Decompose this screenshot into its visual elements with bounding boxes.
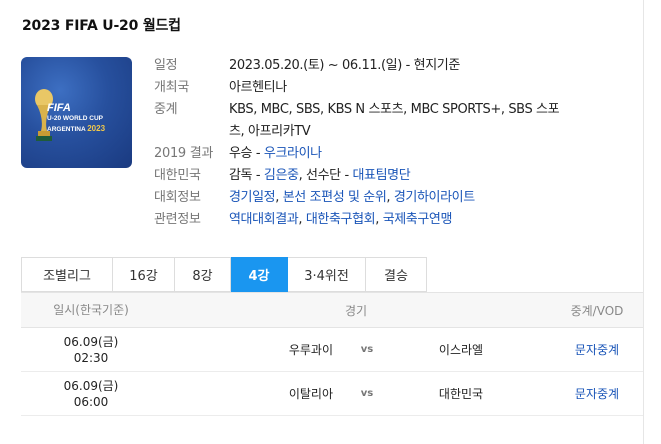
vs-label: vs — [360, 344, 374, 355]
tab-group-stage[interactable]: 조별리그 — [21, 257, 113, 292]
home-team: 우루과이 — [288, 343, 333, 357]
header-date: 일시(한국기준) — [53, 303, 129, 317]
tab-quarterfinal[interactable]: 8강 — [175, 257, 231, 292]
info-row-2019-result: 2019 결과 우승 - 우크라이나 — [154, 143, 624, 165]
match-datetime: 06.09(금) 02:30 — [63, 334, 119, 365]
away-team: 대한민국 — [438, 387, 484, 401]
match-table: 일시(한국기준) 경기 중계/VOD 06.09(금) 02:30 우루과이 vs… — [21, 292, 643, 416]
coach-link[interactable]: 김은중 — [264, 168, 299, 183]
text-broadcast-link[interactable]: 문자중계 — [551, 341, 643, 358]
match-datetime: 06.09(금) 06:00 — [63, 378, 119, 409]
info-label: 중계 — [154, 102, 178, 117]
info-label: 개최국 — [154, 80, 189, 95]
poster-host-text: ARGENTINA 2023 — [47, 124, 106, 133]
tab-third-place[interactable]: 3·4위전 — [288, 257, 366, 292]
roster-link[interactable]: 대표팀명단 — [352, 168, 410, 183]
info-label: 대한민국 — [154, 168, 201, 183]
page-title: 2023 FIFA U-20 월드컵 — [22, 18, 181, 34]
vs-label: vs — [360, 388, 374, 399]
stage-tabs: 조별리그 16강 8강 4강 3·4위전 결승 — [21, 257, 427, 292]
tournament-info: 일정 2023.05.20.(토) ~ 06.11.(일) - 현지기준 개최국… — [154, 55, 624, 231]
table-row: 06.09(금) 06:00 이탈리아 vs 대한민국 문자중계 — [21, 372, 643, 416]
tab-round-of-16[interactable]: 16강 — [113, 257, 175, 292]
info-label: 2019 결과 — [154, 146, 214, 161]
info-row-host: 개최국 아르헨티나 — [154, 77, 624, 99]
highlights-link[interactable]: 경기하이라이트 — [394, 190, 475, 205]
winner-link[interactable]: 우크라이나 — [264, 146, 322, 161]
text-broadcast-link[interactable]: 문자중계 — [551, 385, 643, 402]
info-row-broadcast: 중계 KBS, MBC, SBS, KBS N 스포츠, MBC SPORTS+… — [154, 99, 624, 143]
table-row: 06.09(금) 02:30 우루과이 vs 이스라엘 문자중계 — [21, 328, 643, 372]
tournament-poster[interactable]: FIFA U-20 WORLD CUP ARGENTINA 2023 — [21, 57, 132, 168]
header-media: 중계/VOD — [570, 303, 624, 318]
info-row-korea: 대한민국 감독 - 김은중, 선수단 - 대표팀명단 — [154, 165, 624, 187]
groups-link[interactable]: 본선 조편성 및 순위 — [283, 190, 387, 205]
broadcast-links[interactable]: KBS, MBC, SBS, KBS N 스포츠, MBC SPORTS+, S… — [229, 99, 560, 143]
info-label: 일정 — [154, 58, 178, 73]
header-match: 경기 — [344, 303, 368, 318]
fifa-link[interactable]: 국제축구연맹 — [383, 212, 453, 227]
poster-fifa-text: FIFA — [47, 102, 71, 114]
match-teams: 이탈리아 vs 대한민국 — [161, 385, 551, 402]
away-team: 이스라엘 — [438, 343, 484, 357]
info-row-schedule: 일정 2023.05.20.(토) ~ 06.11.(일) - 현지기준 — [154, 55, 624, 77]
info-value: 2023.05.20.(토) ~ 06.11.(일) - 현지기준 — [229, 58, 460, 73]
match-teams: 우루과이 vs 이스라엘 — [161, 341, 551, 358]
poster-wc-text: U-20 WORLD CUP — [47, 115, 103, 122]
info-label: 대회정보 — [154, 190, 201, 205]
home-team: 이탈리아 — [288, 387, 333, 401]
tab-semifinal[interactable]: 4강 — [231, 257, 288, 292]
history-link[interactable]: 역대대회결과 — [229, 212, 299, 227]
info-row-related: 관련정보 역대대회결과, 대한축구협회, 국제축구연맹 — [154, 209, 624, 231]
info-value: 아르헨티나 — [229, 80, 287, 95]
kfa-link[interactable]: 대한축구협회 — [306, 212, 376, 227]
schedule-link[interactable]: 경기일정 — [229, 190, 276, 205]
table-header: 일시(한국기준) 경기 중계/VOD — [21, 292, 643, 328]
info-label: 관련정보 — [154, 212, 201, 227]
info-row-tournament: 대회정보 경기일정, 본선 조편성 및 순위, 경기하이라이트 — [154, 187, 624, 209]
panel-right-border — [643, 0, 644, 444]
tab-final[interactable]: 결승 — [366, 257, 427, 292]
